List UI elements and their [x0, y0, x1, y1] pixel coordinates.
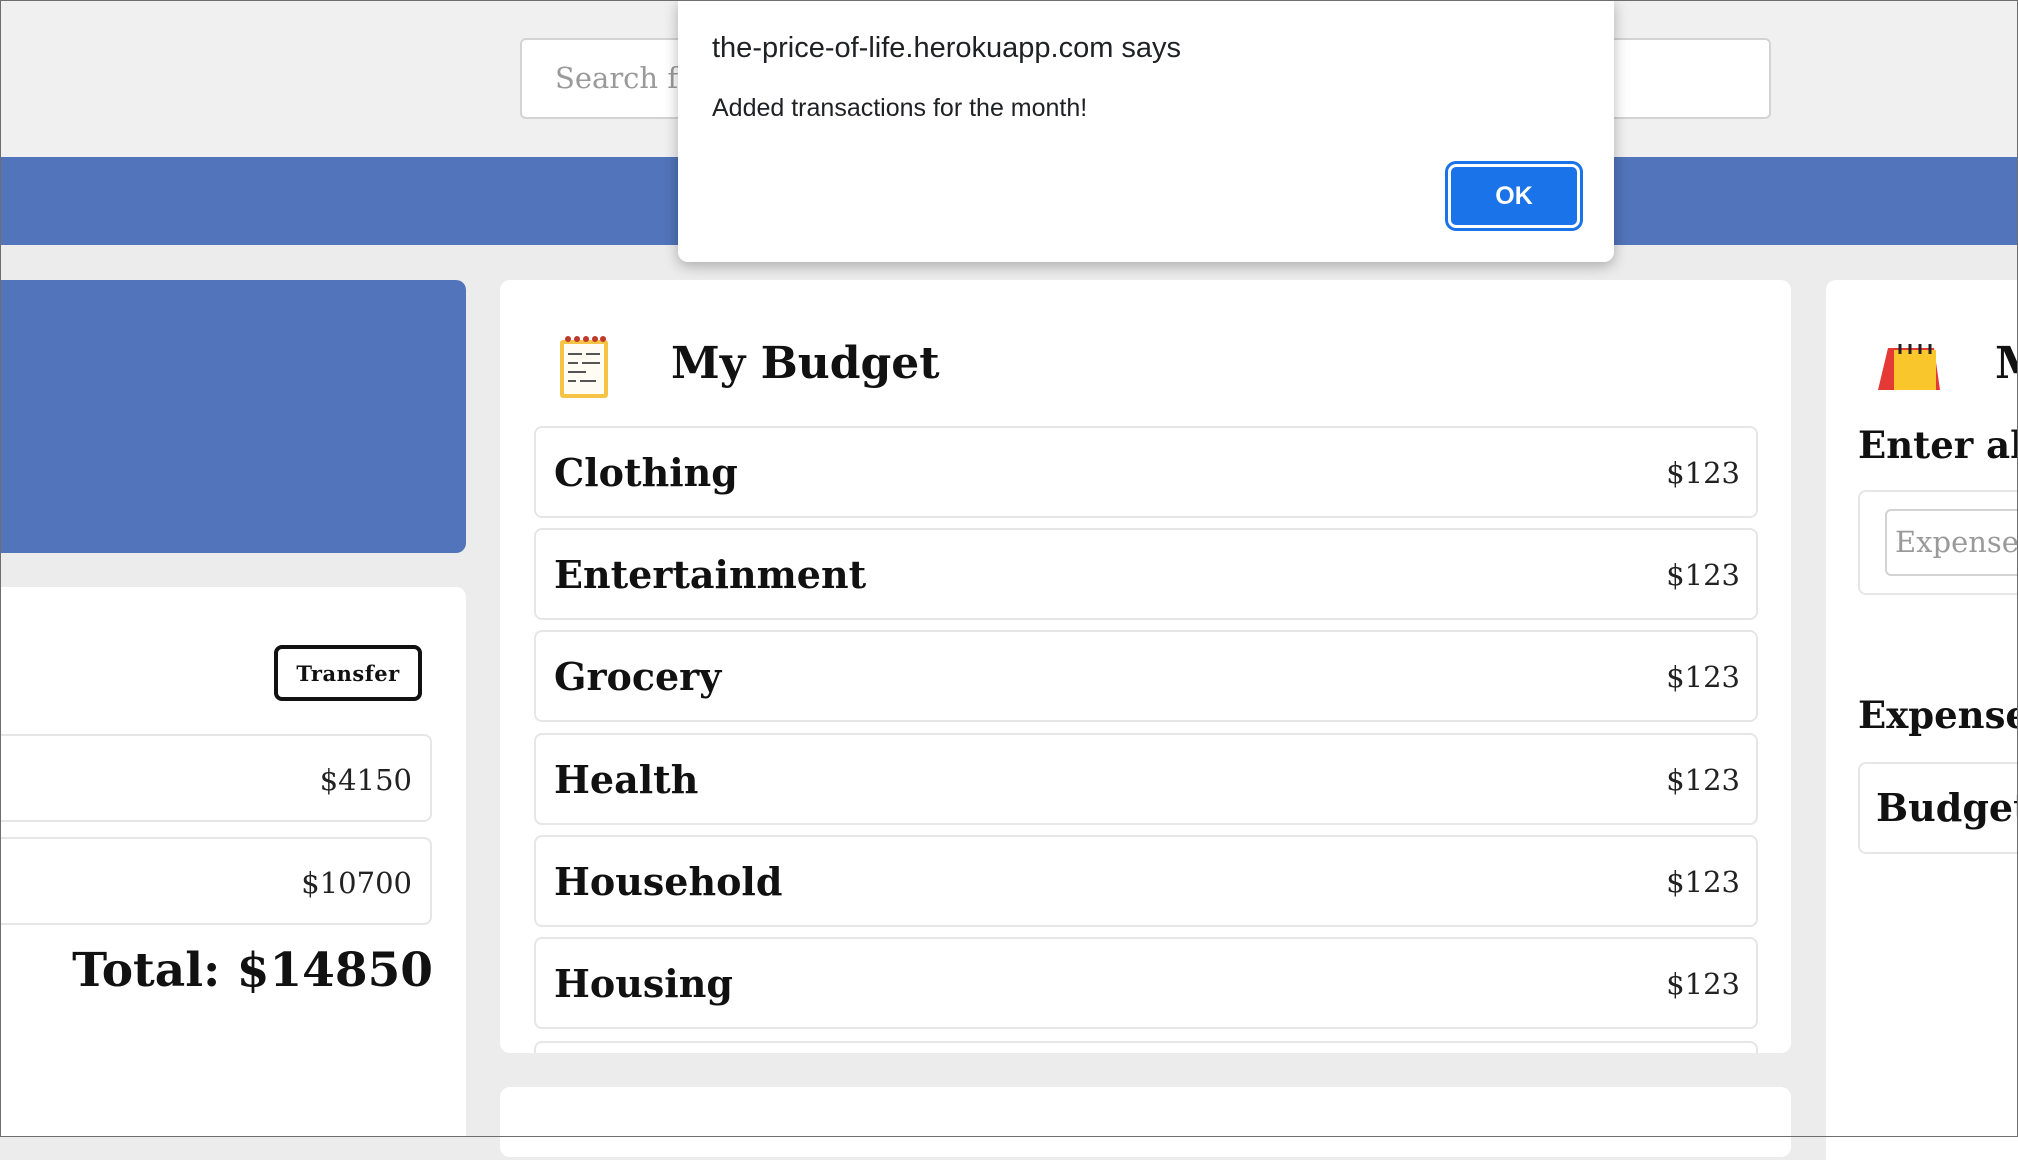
notepad-icon [560, 336, 608, 398]
category-label: Clothing [554, 450, 738, 495]
account-row[interactable]: $10700 [0, 837, 432, 925]
transfer-button[interactable]: Transfer [274, 645, 422, 701]
category-amount: $123 [1666, 967, 1740, 1001]
account-row[interactable]: $4150 [0, 734, 432, 822]
account-balance: $10700 [301, 866, 412, 900]
category-amount: $123 [1666, 456, 1740, 490]
budget-category-row[interactable]: Housing $123 [534, 937, 1758, 1029]
category-amount: $123 [1666, 558, 1740, 592]
category-label: Housing [554, 961, 733, 1006]
budget-category-row[interactable]: Entertainment $123 [534, 528, 1758, 620]
accounts-total: Total: $14850 [72, 943, 433, 998]
category-amount: $123 [1666, 660, 1740, 694]
dialog-message: Added transactions for the month! [712, 94, 1088, 122]
account-balance: $4150 [319, 763, 412, 797]
dialog-title: the-price-of-life.herokuapp.com says [712, 32, 1182, 64]
budget-category-row-partial [534, 1041, 1758, 1053]
alert-dialog: the-price-of-life.herokuapp.com says Add… [678, 0, 1614, 262]
category-amount: $123 [1666, 865, 1740, 899]
budget-category-row[interactable]: Household $123 [534, 835, 1758, 927]
budget-category-row[interactable]: Clothing $123 [534, 426, 1758, 518]
accounts-summary-panel [0, 280, 466, 553]
budget-category-row[interactable]: Health $123 [534, 733, 1758, 825]
enter-expenses-heading: Enter all [1858, 423, 2018, 467]
budget-category-row[interactable]: Grocery $123 [534, 630, 1758, 722]
ok-button[interactable]: OK [1448, 164, 1580, 228]
category-amount: $123 [1666, 763, 1740, 797]
category-label: Household [554, 859, 783, 904]
expense-budget-label: Budget [1876, 785, 2018, 830]
category-label: Entertainment [554, 552, 867, 597]
calendar-icon [1878, 344, 1940, 390]
expenses-title: M [1995, 338, 2018, 389]
expense-input[interactable]: Expense [1885, 509, 2018, 576]
category-label: Grocery [554, 654, 722, 699]
budget-title: My Budget [671, 338, 940, 389]
expenses-heading: Expense [1858, 693, 2018, 737]
secondary-card [500, 1087, 1791, 1157]
category-label: Health [554, 757, 699, 802]
